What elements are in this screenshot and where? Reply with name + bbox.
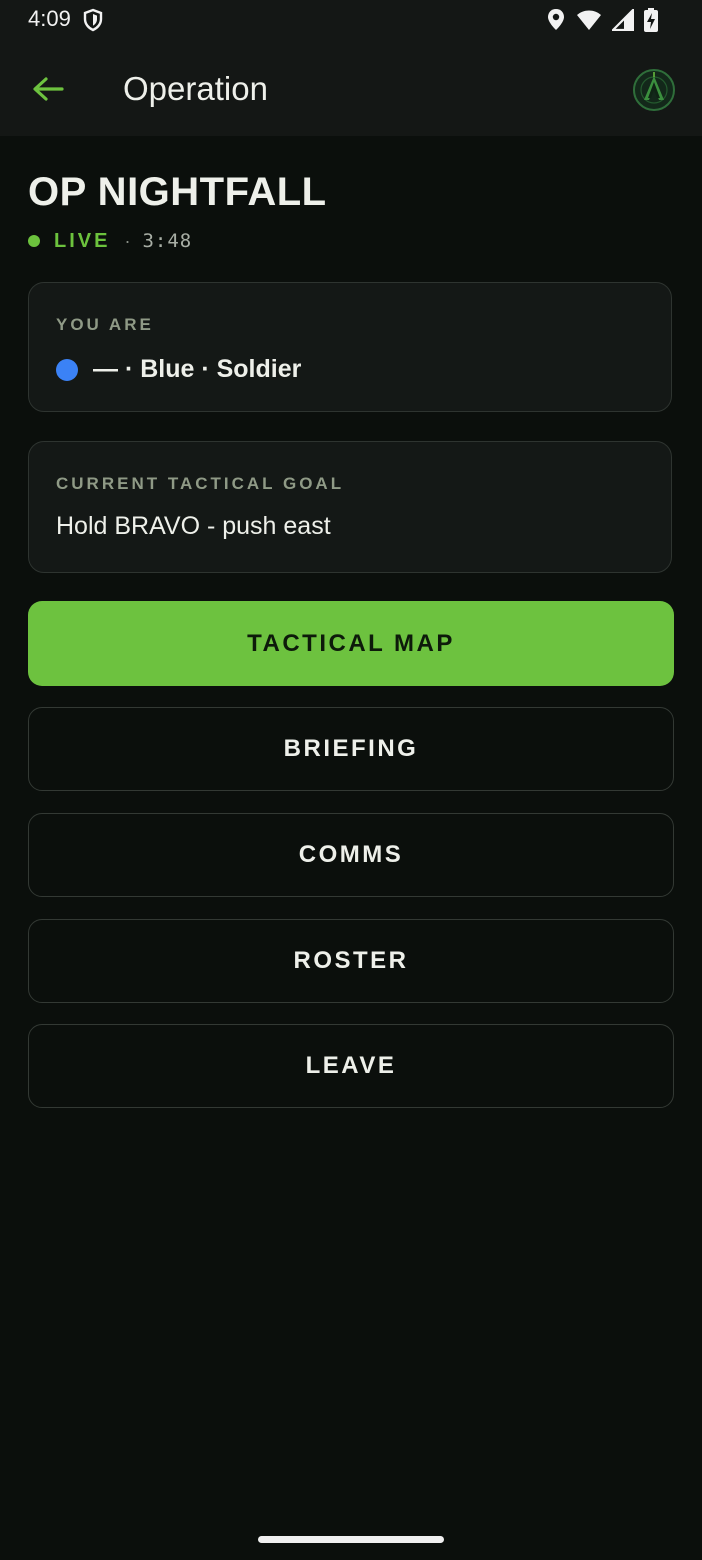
app-bar: Operation (0, 40, 702, 136)
team-color-dot (56, 358, 78, 381)
live-separator: · (124, 230, 131, 251)
operation-timer: 3:48 (142, 230, 193, 252)
location-icon (546, 8, 566, 37)
leave-button[interactable]: LEAVE (28, 1024, 674, 1108)
player-identity-text: — · Blue · Soldier (93, 355, 302, 383)
shield-icon (82, 8, 104, 37)
tactical-goal-text: Hold BRAVO - push east (56, 512, 331, 540)
player-identity: — · Blue · Soldier (56, 355, 301, 384)
status-time: 4:09 (28, 6, 71, 31)
live-status: LIVE · 3:48 (28, 229, 192, 253)
operation-title: OP NIGHTFALL (28, 170, 327, 214)
roster-button[interactable]: ROSTER (28, 919, 674, 1003)
live-label: LIVE (54, 229, 111, 252)
status-bar: 4:09 (0, 0, 702, 40)
tactical-map-button[interactable]: TACTICAL MAP (28, 601, 674, 686)
arrow-left-icon (28, 77, 68, 114)
cellular-signal-icon (610, 7, 635, 36)
live-indicator-dot (28, 235, 40, 247)
you-are-label: YOU ARE (56, 315, 154, 334)
briefing-button[interactable]: BRIEFING (28, 707, 674, 791)
tactical-goal-card: CURRENT TACTICAL GOAL Hold BRAVO - push … (28, 441, 672, 573)
wifi-icon (576, 9, 602, 36)
back-button[interactable] (28, 70, 68, 110)
home-indicator[interactable] (258, 1536, 444, 1543)
tactical-goal-label: CURRENT TACTICAL GOAL (56, 474, 345, 493)
app-bar-title: Operation (123, 70, 268, 107)
app-logo-icon[interactable] (632, 68, 676, 112)
battery-charging-icon (644, 8, 658, 37)
status-icons (546, 7, 658, 37)
comms-button[interactable]: COMMS (28, 813, 674, 897)
you-are-card: YOU ARE — · Blue · Soldier (28, 282, 672, 412)
